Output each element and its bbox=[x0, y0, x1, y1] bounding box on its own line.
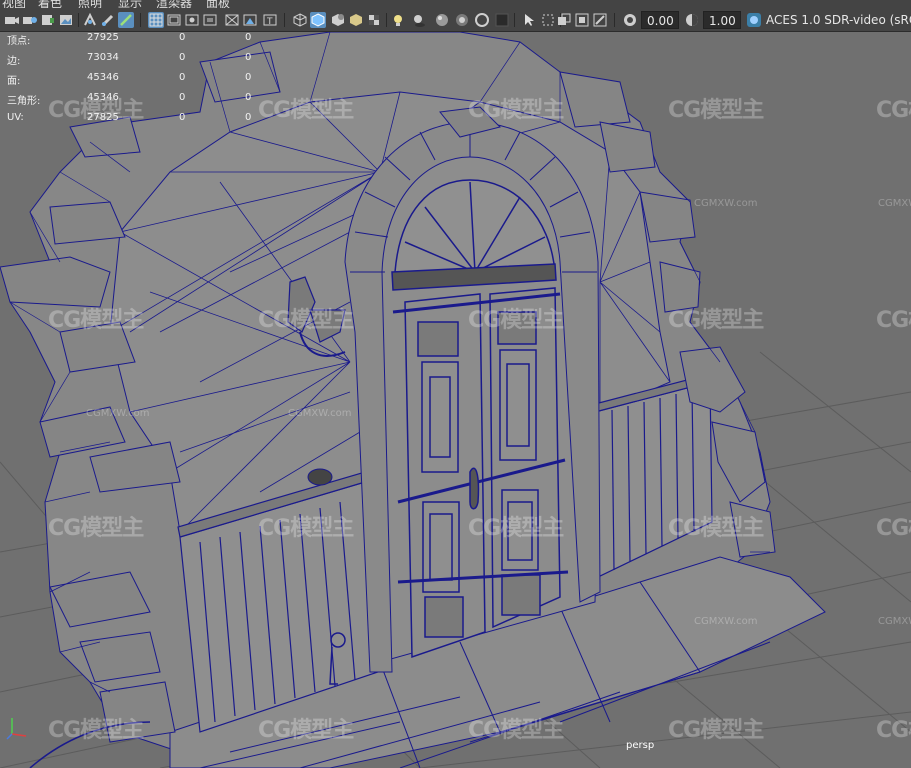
watermark-url: CGMXW.com bbox=[288, 408, 352, 419]
motion-blur-icon[interactable] bbox=[454, 12, 470, 28]
gamma-icon[interactable] bbox=[622, 12, 638, 28]
image-plane-icon[interactable] bbox=[58, 12, 74, 28]
watermark-url: CGMXW.com bbox=[694, 198, 758, 209]
watermark-logo: CG模型主 bbox=[876, 718, 911, 743]
watermark-logo: CG模型主 bbox=[468, 516, 564, 541]
hud-label: 边: bbox=[7, 56, 21, 67]
watermark-logo: CG模型主 bbox=[876, 98, 911, 123]
watermark-logo: CG模型主 bbox=[48, 308, 144, 333]
hud-row-vertices: 顶点: 27925 0 0 bbox=[7, 32, 267, 52]
hud-value: 0 bbox=[179, 52, 186, 63]
hud-value: 0 bbox=[245, 32, 252, 43]
watermark-logo: CG模型主 bbox=[668, 718, 764, 743]
hud-label: 三角形: bbox=[7, 96, 41, 107]
hud-value: 27925 bbox=[87, 32, 119, 43]
watermark-logo: CG模型主 bbox=[468, 718, 564, 743]
wall-plaque bbox=[307, 468, 333, 486]
watermark-logo: CG模型主 bbox=[876, 308, 911, 333]
watermark-url: CGMXW.com bbox=[86, 408, 150, 419]
svg-text:T: T bbox=[266, 17, 273, 27]
camera-attributes-icon[interactable] bbox=[22, 12, 38, 28]
grease-pencil-icon[interactable] bbox=[100, 12, 116, 28]
bookmark-icon[interactable] bbox=[40, 12, 56, 28]
watermark-logo: CG模型主 bbox=[468, 98, 564, 123]
hud-row-faces: 面: 45346 0 0 bbox=[7, 72, 267, 92]
maya-window: 视图 着色 照明 显示 渲染器 面板 T 0.00 1.00 ACES 1.0 … bbox=[0, 0, 911, 768]
screen-space-ao-icon[interactable] bbox=[434, 12, 450, 28]
backface-culling-icon[interactable] bbox=[592, 12, 608, 28]
anti-aliasing-icon[interactable] bbox=[474, 12, 490, 28]
menu-renderer[interactable]: 渲染器 bbox=[156, 0, 192, 8]
watermark-logo: CG模型主 bbox=[48, 718, 144, 743]
exposure-icon[interactable] bbox=[684, 12, 700, 28]
watermark-logo: CG模型主 bbox=[258, 308, 354, 333]
shadows-icon[interactable] bbox=[410, 12, 426, 28]
watermark-logo: CG模型主 bbox=[668, 98, 764, 123]
smooth-shade-icon[interactable] bbox=[310, 12, 326, 28]
safe-title-icon[interactable]: T bbox=[262, 12, 278, 28]
default-material-icon[interactable] bbox=[330, 12, 346, 28]
gate-mask-icon[interactable] bbox=[202, 12, 218, 28]
checker-icon[interactable] bbox=[366, 12, 382, 28]
watermark-url: CGMXW.com bbox=[878, 616, 911, 627]
hud-label: 顶点: bbox=[7, 36, 31, 47]
watermark-logo: CG模型主 bbox=[48, 98, 144, 123]
panel-menu-bar: 视图 着色 照明 显示 渲染器 面板 bbox=[0, 0, 911, 8]
watermark-logo: CG模型主 bbox=[258, 98, 354, 123]
menu-show[interactable]: 显示 bbox=[118, 0, 142, 8]
perspective-viewport[interactable]: 顶点: 27925 0 0 边: 73034 0 0 面: 45346 0 0 … bbox=[0, 32, 911, 768]
xray-active-components-icon[interactable] bbox=[574, 12, 590, 28]
watermark-logo: CG模型主 bbox=[668, 308, 764, 333]
field-chart-icon[interactable] bbox=[224, 12, 240, 28]
watermark-logo: CG模型主 bbox=[468, 308, 564, 333]
grease-pencil-tool-icon[interactable] bbox=[118, 12, 134, 28]
resolution-gate-icon[interactable] bbox=[184, 12, 200, 28]
hud-value: 0 bbox=[245, 72, 252, 83]
textured-icon[interactable] bbox=[348, 12, 364, 28]
hud-value: 0 bbox=[245, 92, 252, 103]
isolate-select-icon[interactable] bbox=[522, 12, 538, 28]
watermark-url: CGMXW.com bbox=[878, 198, 911, 209]
gamma-field[interactable]: 0.00 bbox=[641, 11, 679, 29]
xray-joints-icon[interactable] bbox=[556, 12, 572, 28]
safe-action-icon[interactable] bbox=[242, 12, 258, 28]
view-transform-label[interactable]: ACES 1.0 SDR-video (sRG bbox=[766, 11, 911, 29]
xray-icon[interactable] bbox=[540, 12, 556, 28]
grid-toggle-icon[interactable] bbox=[148, 12, 164, 28]
menu-shading[interactable]: 着色 bbox=[38, 0, 62, 8]
menu-view[interactable]: 视图 bbox=[2, 0, 26, 8]
film-gate-icon[interactable] bbox=[166, 12, 182, 28]
2d-pan-zoom-icon[interactable] bbox=[82, 12, 98, 28]
wireframe-icon[interactable] bbox=[292, 12, 308, 28]
hud-label: UV: bbox=[7, 112, 24, 123]
watermark-logo: CG模型主 bbox=[876, 516, 911, 541]
watermark-logo: CG模型主 bbox=[668, 516, 764, 541]
hud-value: 0 bbox=[245, 112, 252, 123]
hud-value: 0 bbox=[179, 92, 186, 103]
hud-row-edges: 边: 73034 0 0 bbox=[7, 52, 267, 72]
depth-of-field-icon[interactable] bbox=[494, 12, 510, 28]
exposure-field[interactable]: 1.00 bbox=[703, 11, 741, 29]
watermark-url: CGMXW.com bbox=[694, 616, 758, 627]
panel-toolbar: T 0.00 1.00 ACES 1.0 SDR-video (sRG bbox=[0, 8, 911, 32]
use-all-lights-icon[interactable] bbox=[390, 12, 406, 28]
axis-gizmo-icon bbox=[6, 718, 27, 740]
watermark-logo: CG模型主 bbox=[258, 516, 354, 541]
menu-lighting[interactable]: 照明 bbox=[78, 0, 102, 8]
watermark-logo: CG模型主 bbox=[258, 718, 354, 743]
hud-value: 0 bbox=[245, 52, 252, 63]
hud-value: 0 bbox=[179, 32, 186, 43]
camera-icon[interactable] bbox=[4, 12, 20, 28]
color-management-icon[interactable] bbox=[746, 12, 762, 28]
camera-name-label: persp bbox=[626, 740, 655, 751]
hud-value: 0 bbox=[179, 72, 186, 83]
hud-value: 45346 bbox=[87, 72, 119, 83]
hud-label: 面: bbox=[7, 76, 21, 87]
wireframe-scene[interactable] bbox=[0, 32, 911, 768]
hud-value: 0 bbox=[179, 112, 186, 123]
watermark-logo: CG模型主 bbox=[48, 516, 144, 541]
menu-panels[interactable]: 面板 bbox=[206, 0, 230, 8]
double-door bbox=[392, 287, 569, 659]
hud-value: 73034 bbox=[87, 52, 119, 63]
